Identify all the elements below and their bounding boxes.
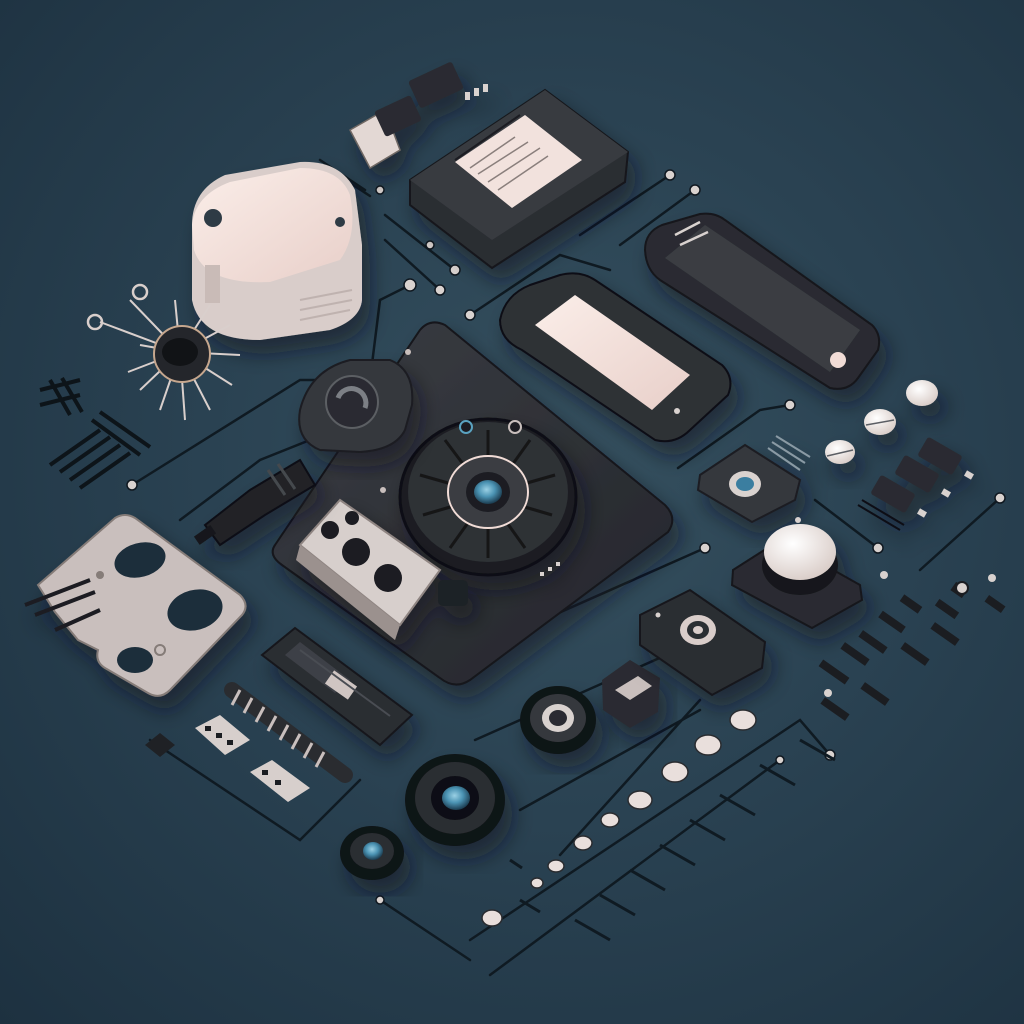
flatlay-illustration <box>24 62 1006 977</box>
camera-lens-large <box>405 754 505 846</box>
usb-sticks-right <box>857 437 974 531</box>
round-button-module <box>298 359 414 454</box>
cream-cube-device <box>192 161 362 340</box>
knob-switch <box>730 517 864 630</box>
metal-bracket <box>24 514 247 697</box>
camera-lens-small <box>340 826 404 880</box>
camera-eye-module <box>696 435 811 524</box>
small-components-left <box>39 376 152 490</box>
small-cube-component <box>602 660 660 728</box>
tech-flatlay-scene <box>0 0 1024 1024</box>
storage-drive <box>409 88 630 270</box>
scattered-caps <box>481 709 757 927</box>
fan-module <box>398 417 578 577</box>
camera-lens-medium <box>520 686 596 754</box>
